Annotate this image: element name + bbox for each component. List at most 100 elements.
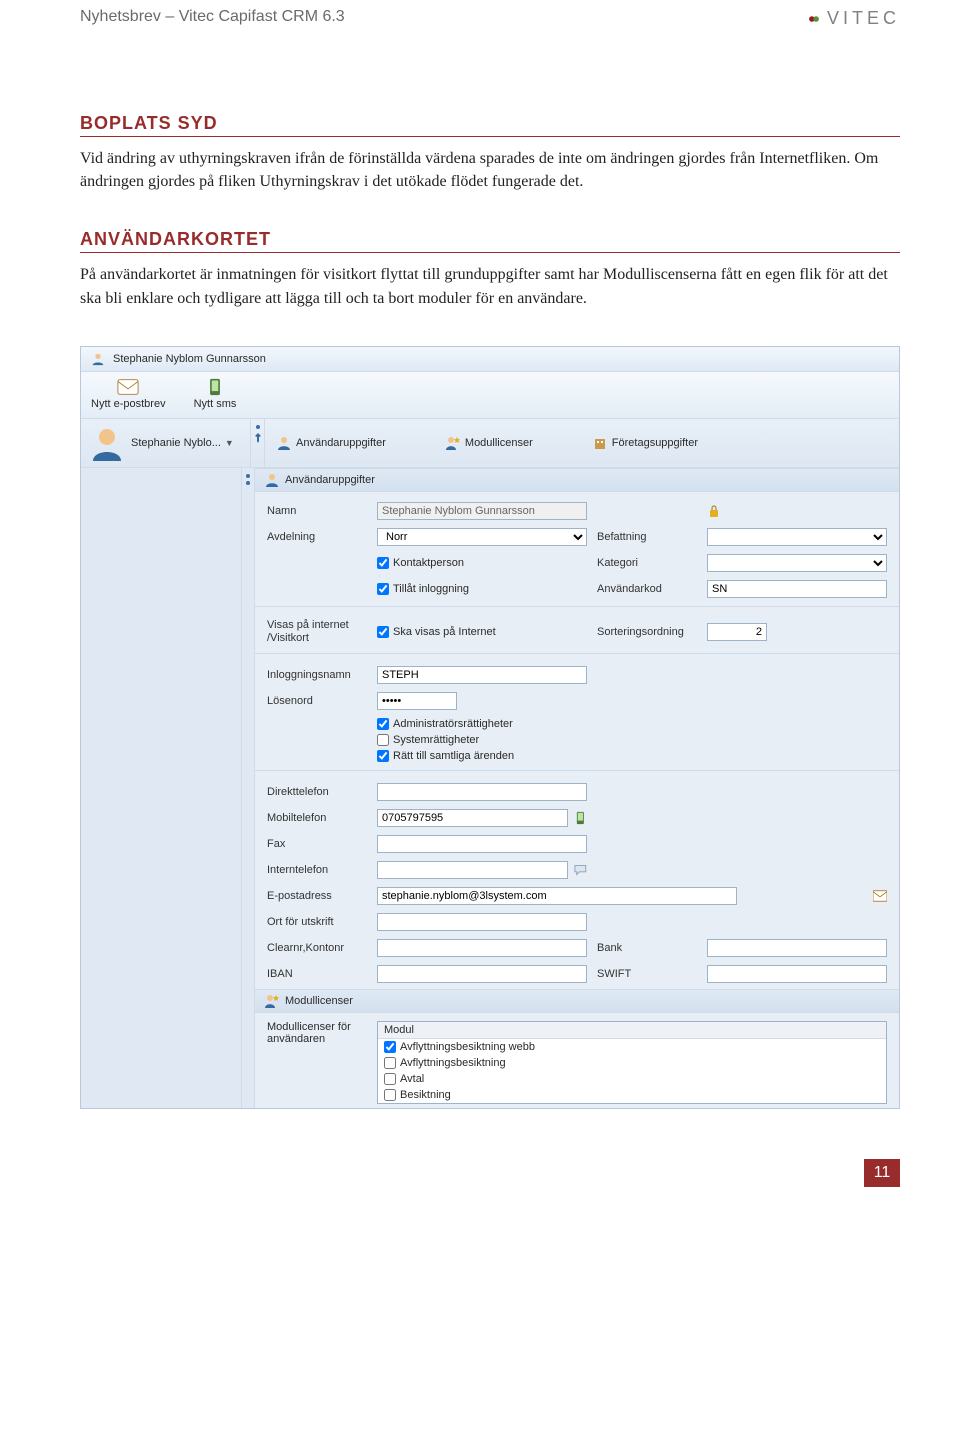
select-befattning[interactable] [707,528,887,546]
label-interntelefon: Interntelefon [267,864,367,876]
label-namn: Namn [267,505,367,517]
check-ska-visas[interactable] [377,626,389,638]
speech-icon[interactable] [574,863,587,877]
toolbar: Nytt e-postbrev Nytt sms [81,372,899,419]
select-kategori[interactable] [707,554,887,572]
check-m2[interactable] [384,1057,396,1069]
check-label: Administratörsrättigheter [393,718,513,730]
input-mobiltelefon[interactable] [377,809,568,827]
check-m3[interactable] [384,1073,396,1085]
input-inloggningsnamn[interactable] [377,666,587,684]
label-avdelning: Avdelning [267,531,367,543]
chevron-down-icon: ▼ [225,438,234,448]
select-avdelning[interactable]: Norr [377,528,587,546]
input-namn[interactable] [377,502,587,520]
input-fax[interactable] [377,835,587,853]
section-title: Användaruppgifter [285,474,375,486]
label-anvandarkod: Användarkod [597,583,697,595]
input-anvandarkod[interactable] [707,580,887,598]
section-head-modullicenser: Modullicenser [255,989,899,1013]
input-sorteringsordning[interactable] [707,623,767,641]
tab-label: Modullicenser [465,437,533,449]
check-label: Kontaktperson [393,557,464,569]
input-epost[interactable] [377,887,737,905]
user-small-icon [265,473,279,487]
check-label: Tillåt inloggning [393,583,469,595]
input-interntelefon[interactable] [377,861,568,879]
vitec-logo: VITEC [807,8,900,29]
input-swift[interactable] [707,965,887,983]
input-ort[interactable] [377,913,587,931]
label-swift: SWIFT [597,968,697,980]
new-email-button[interactable]: Nytt e-postbrev [91,378,166,410]
new-email-label: Nytt e-postbrev [91,398,166,410]
check-admin[interactable] [377,718,389,730]
tab-label: Företagsuppgifter [612,437,698,449]
avatar-icon [89,425,125,461]
doc-header: Nyhetsbrev – Vitec Capifast CRM 6.3 VITE… [80,0,900,33]
label-bank: Bank [597,942,697,954]
label-modul-for-user: Modullicenser för användaren [267,1021,367,1104]
label-ort: Ort för utskrift [267,916,367,928]
heading-boplats: BOPLATS SYD [80,113,900,137]
envelope-icon [117,378,139,396]
check-tillat-inloggning[interactable] [377,583,389,595]
tab-foretagsuppgifter[interactable]: Företagsuppgifter [593,436,698,450]
tab-label: Användaruppgifter [296,437,386,449]
logo-mark-icon [807,12,821,26]
user-icon [91,352,105,366]
input-iban[interactable] [377,965,587,983]
window-title: Stephanie Nyblom Gunnarsson [113,353,266,365]
body-boplats: Vid ändring av uthyrningskraven ifrån de… [80,147,900,193]
check-label: Ska visas på Internet [393,626,496,638]
check-m1[interactable] [384,1041,396,1053]
module-label: Avflyttningsbesiktning webb [400,1041,535,1053]
page-number: 11 [864,1159,900,1187]
tab-anvandaruppgifter[interactable]: Användaruppgifter [277,436,386,450]
check-m4[interactable] [384,1089,396,1101]
label-losenord: Lösenord [267,695,367,707]
module-label: Avtal [400,1073,424,1085]
building-icon [593,436,607,450]
label-direkttelefon: Direkttelefon [267,786,367,798]
label-inloggningsnamn: Inloggningsnamn [267,669,367,681]
modul-header: Modul [378,1022,886,1039]
app-window: Stephanie Nyblom Gunnarsson Nytt e-postb… [80,346,900,1109]
phone-small-icon[interactable] [574,811,587,825]
doc-title: Nyhetsbrev – Vitec Capifast CRM 6.3 [80,8,345,26]
check-ratt-arenden[interactable] [377,750,389,762]
input-losenord[interactable] [377,692,457,710]
user-star-icon [446,436,460,450]
label-clearnr: Clearnr,Kontonr [267,942,367,954]
label-sorteringsordning: Sorteringsordning [597,626,697,638]
tab-pin-column[interactable] [251,419,265,467]
section-title: Modullicenser [285,995,353,1007]
label-epost: E-postadress [267,890,367,902]
input-clearnr[interactable] [377,939,587,957]
label-mobiltelefon: Mobiltelefon [267,812,367,824]
new-sms-button[interactable]: Nytt sms [194,378,237,410]
titlebar: Stephanie Nyblom Gunnarsson [81,347,899,372]
sidebar-current-user[interactable]: Stephanie Nyblo... ▼ [81,419,251,467]
sidebar-current-label: Stephanie Nyblo... [131,437,221,449]
label-visas-internet: Visas på internet /Visitkort [267,619,367,645]
section-head-anvandaruppgifter: Användaruppgifter [255,468,899,492]
heading-anvandarkortet: ANVÄNDARKORTET [80,229,900,253]
label-befattning: Befattning [597,531,697,543]
module-label: Besiktning [400,1089,451,1101]
check-kontaktperson[interactable] [377,557,389,569]
check-label: Rätt till samtliga ärenden [393,750,514,762]
user-small-icon [277,436,291,450]
label-fax: Fax [267,838,367,850]
label-iban: IBAN [267,968,367,980]
check-system[interactable] [377,734,389,746]
check-label: Systemrättigheter [393,734,479,746]
input-direkttelefon[interactable] [377,783,587,801]
tab-modullicenser[interactable]: Modullicenser [446,436,533,450]
phone-icon [204,378,226,396]
lock-icon [707,504,721,518]
mail-action-icon[interactable] [873,889,887,903]
user-star-icon [265,994,279,1008]
body-anvandarkortet: På användarkortet är inmatningen för vis… [80,263,900,309]
input-bank[interactable] [707,939,887,957]
